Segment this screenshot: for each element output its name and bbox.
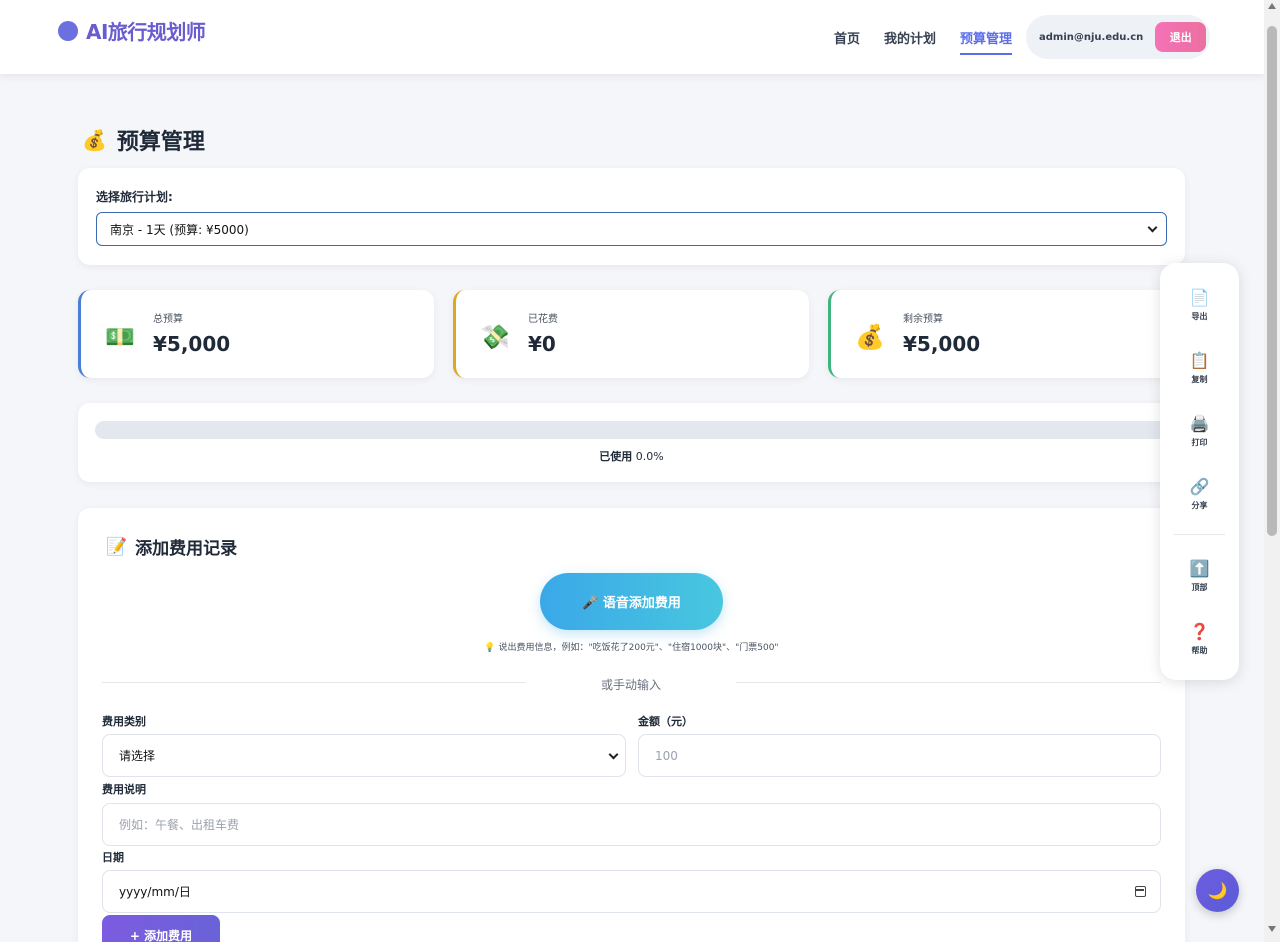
- nav-budget[interactable]: 预算管理: [960, 28, 1013, 55]
- money-bag-icon: 💰: [82, 128, 107, 152]
- question-mark-icon: ❓: [1189, 622, 1210, 641]
- divider: [102, 682, 526, 683]
- amount-input[interactable]: 100: [638, 734, 1161, 777]
- budget-progress-bar: [95, 421, 1168, 439]
- nav-my-plans[interactable]: 我的计划: [884, 28, 936, 55]
- page-title-text: 预算管理: [116, 130, 205, 155]
- section-title: 📝 添加费用记录: [106, 534, 238, 560]
- add-expense-card: 📝 添加费用记录 🎤 语音添加费用 💡 说出费用信息，例如："吃饭花了200元"…: [78, 508, 1185, 942]
- amount-label: 金额（元）: [638, 715, 693, 728]
- stat-value: ¥5,000: [903, 332, 981, 356]
- dollar-bills-icon: 💵: [105, 323, 135, 351]
- section-title-text: 添加费用记录: [135, 539, 238, 559]
- share-button[interactable]: 🔗 分享: [1160, 477, 1239, 511]
- floating-toolbar: 📄 导出 📋 复制 🖨️ 打印 🔗 分享 ⬆️ 顶部 ❓ 帮助: [1160, 263, 1239, 680]
- document-icon: 📄: [1189, 288, 1210, 307]
- stat-card-total-budget: 💵 总预算 ¥5,000: [78, 290, 434, 378]
- scroll-up-arrow-icon[interactable]: [1268, 3, 1276, 9]
- category-select-value: 请选择: [119, 749, 156, 763]
- logout-button[interactable]: 退出: [1155, 22, 1207, 52]
- tool-label: 复制: [1191, 375, 1208, 384]
- clipboard-icon: 📋: [1189, 351, 1210, 370]
- budget-progress-text: 已使用 0.0%: [78, 448, 1185, 464]
- nav-links: 首页 我的计划 预算管理: [834, 28, 1013, 55]
- printer-icon: 🖨️: [1189, 414, 1210, 433]
- page-scrollbar[interactable]: [1264, 0, 1280, 942]
- plan-select-value: 南京 - 1天 (预算: ¥5000): [110, 222, 249, 237]
- description-placeholder: 例如：午餐、出租车费: [119, 818, 240, 832]
- stat-label: 已花费: [528, 314, 558, 325]
- memo-icon: 📝: [106, 536, 128, 557]
- category-label: 费用类别: [102, 715, 146, 728]
- toolbar-divider: [1174, 534, 1225, 535]
- help-button[interactable]: ❓ 帮助: [1160, 622, 1239, 656]
- date-label: 日期: [102, 851, 124, 864]
- tool-label: 分享: [1191, 501, 1208, 510]
- brand-logo[interactable]: AI旅行规划师: [58, 16, 206, 45]
- divider: [736, 682, 1161, 683]
- stat-label: 剩余预算: [903, 314, 943, 325]
- description-input[interactable]: 例如：午餐、出租车费: [102, 803, 1161, 846]
- moon-icon: 🌙: [1207, 881, 1228, 900]
- stat-value: ¥5,000: [153, 332, 231, 356]
- add-expense-button[interactable]: + 添加费用: [102, 915, 220, 942]
- copy-button[interactable]: 📋 复制: [1160, 351, 1239, 385]
- theme-toggle-button[interactable]: 🌙: [1196, 869, 1239, 912]
- voice-hint: 💡 说出费用信息，例如："吃饭花了200元"、"住宿1000块"、"门票500": [484, 643, 779, 653]
- tool-label: 打印: [1191, 438, 1208, 447]
- page-title: 💰 预算管理: [82, 124, 205, 156]
- money-with-wings-icon: 💸: [480, 323, 510, 351]
- tool-label: 帮助: [1191, 646, 1208, 655]
- user-email: admin@nju.edu.cn: [1039, 31, 1144, 43]
- top-navbar: AI旅行规划师 首页 我的计划 预算管理 admin@nju.edu.cn 退出: [0, 0, 1264, 74]
- stat-value: ¥0: [528, 332, 556, 356]
- date-input[interactable]: yyyy/mm/日: [102, 870, 1161, 913]
- link-icon: 🔗: [1189, 477, 1210, 496]
- progress-label: 已使用: [599, 450, 633, 463]
- calendar-icon[interactable]: [1135, 886, 1146, 897]
- chevron-down-icon: [1147, 222, 1158, 233]
- chevron-down-icon: [608, 749, 619, 760]
- user-menu: admin@nju.edu.cn 退出: [1026, 15, 1210, 59]
- divider-text: 或手动输入: [600, 678, 661, 692]
- stat-label: 总预算: [153, 314, 183, 325]
- budget-progress-card: 已使用 0.0%: [78, 403, 1185, 482]
- plan-select-label: 选择旅行计划:: [96, 190, 173, 204]
- tool-label: 导出: [1191, 312, 1208, 321]
- scrollbar-thumb[interactable]: [1267, 26, 1277, 536]
- voice-add-expense-button[interactable]: 🎤 语音添加费用: [540, 573, 723, 630]
- stat-card-spent: 💸 已花费 ¥0: [453, 290, 809, 378]
- brand-title: AI旅行规划师: [86, 20, 206, 44]
- date-placeholder: yyyy/mm/日: [119, 885, 191, 899]
- print-button[interactable]: 🖨️ 打印: [1160, 414, 1239, 448]
- brand-dot-icon: [58, 20, 78, 41]
- progress-value: 0.0%: [635, 450, 664, 463]
- scroll-down-arrow-icon[interactable]: [1268, 926, 1276, 932]
- description-label: 费用说明: [102, 783, 146, 796]
- nav-home[interactable]: 首页: [834, 28, 860, 55]
- money-bag-icon: 💰: [855, 323, 885, 351]
- amount-placeholder: 100: [655, 748, 678, 763]
- category-select[interactable]: 请选择: [102, 734, 626, 777]
- plan-select[interactable]: 南京 - 1天 (预算: ¥5000): [96, 212, 1167, 246]
- plan-select-card: 选择旅行计划: 南京 - 1天 (预算: ¥5000): [78, 168, 1185, 265]
- back-to-top-button[interactable]: ⬆️ 顶部: [1160, 559, 1239, 593]
- stat-card-remaining: 💰 剩余预算 ¥5,000: [828, 290, 1188, 378]
- export-button[interactable]: 📄 导出: [1160, 288, 1239, 322]
- tool-label: 顶部: [1191, 583, 1208, 592]
- up-arrow-icon: ⬆️: [1189, 559, 1210, 578]
